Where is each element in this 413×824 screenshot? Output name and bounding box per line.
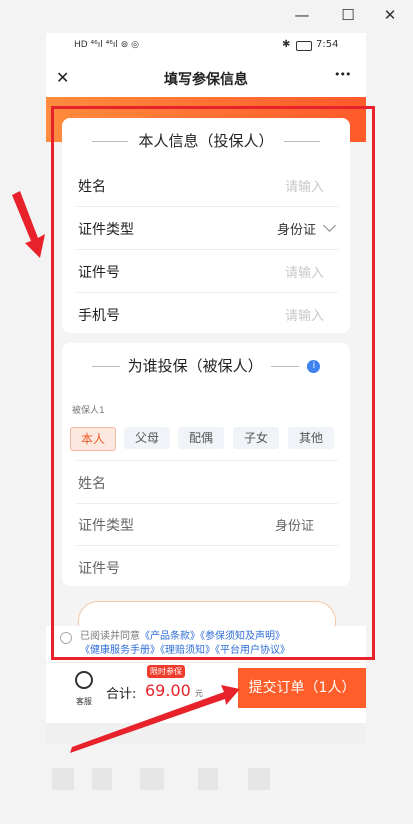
blurred-block: [92, 768, 112, 790]
blurred-block: [140, 768, 164, 790]
arrow-pointing-to-form: [12, 191, 45, 258]
blurred-block: [248, 768, 270, 790]
blurred-block: [52, 768, 74, 790]
blurred-block: [198, 768, 218, 790]
annotation-arrows: [12, 191, 240, 753]
arrow-pointing-to-submit: [70, 685, 240, 753]
